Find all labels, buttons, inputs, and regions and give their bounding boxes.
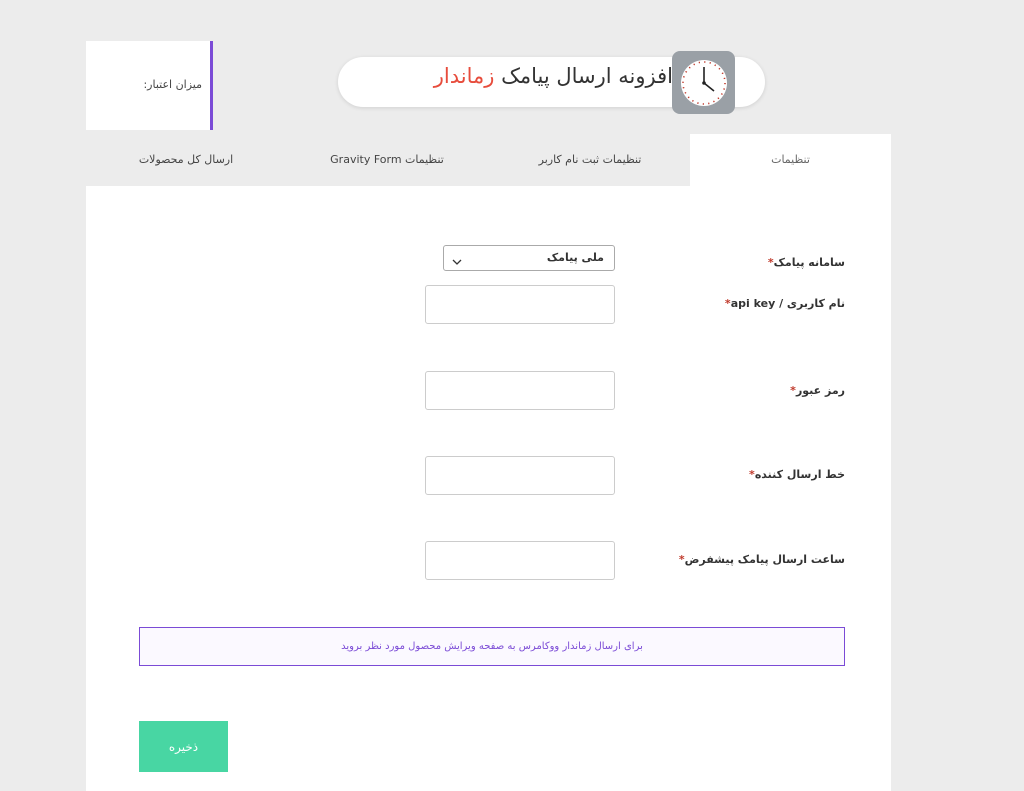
sms-system-label: سامانه پیامک* <box>768 256 845 269</box>
credit-panel: میزان اعتبار: <box>86 41 213 130</box>
clock-icon <box>672 51 735 114</box>
sender-line-label: خط ارسال کننده* <box>749 468 845 481</box>
credit-label: میزان اعتبار: <box>143 78 202 91</box>
tab-settings[interactable]: تنظیمات <box>690 134 891 186</box>
username-label-text: نام کاربری / api key <box>730 297 845 310</box>
username-input[interactable] <box>425 285 615 324</box>
sms-system-label-text: سامانه پیامک <box>773 256 845 269</box>
save-button[interactable]: ذخیره <box>139 721 228 772</box>
default-time-label: ساعت ارسال پیامک پیشفرض* <box>679 553 845 566</box>
username-label: نام کاربری / api key* <box>725 297 845 310</box>
password-input[interactable] <box>425 371 615 410</box>
plugin-title-accent: زماندار <box>433 64 495 88</box>
plugin-title-main: افزونه ارسال پیامک <box>501 64 673 88</box>
sms-system-selected: ملی پیامک <box>546 251 604 264</box>
chevron-down-icon <box>452 252 462 271</box>
sms-system-select[interactable]: ملی پیامک <box>443 245 615 271</box>
tab-gravity-form-settings[interactable]: تنظیمات Gravity Form <box>287 134 487 186</box>
info-notice: برای ارسال زماندار ووکامرس به صفحه ویرای… <box>139 627 845 666</box>
tab-registration-settings[interactable]: تنظیمات ثبت نام کاربر <box>490 134 690 186</box>
default-time-input[interactable] <box>425 541 615 580</box>
password-label-text: رمز عبور <box>795 384 845 397</box>
tab-send-all-products[interactable]: ارسال کل محصولات <box>86 134 286 186</box>
default-time-label-text: ساعت ارسال پیامک پیشفرض <box>684 553 845 566</box>
plugin-title: افزونه ارسال پیامک زماندار <box>434 64 673 88</box>
sender-line-label-text: خط ارسال کننده <box>754 468 845 481</box>
password-label: رمز عبور* <box>790 384 845 397</box>
sender-line-input[interactable] <box>425 456 615 495</box>
